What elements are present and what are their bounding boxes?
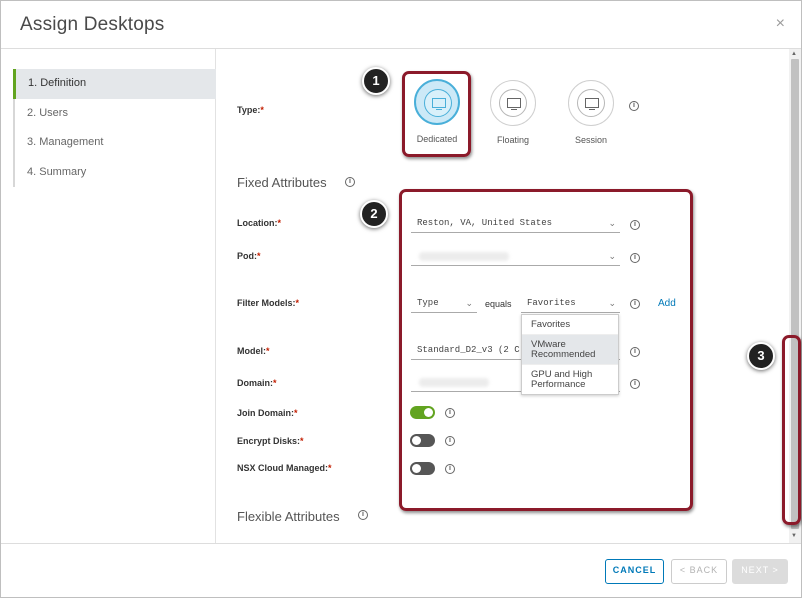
flexible-attributes-info-icon[interactable]: i xyxy=(358,510,368,520)
fixed-attributes-info-icon[interactable]: i xyxy=(345,177,355,187)
dialog-header: Assign Desktops × xyxy=(1,1,801,49)
session-tile-circle xyxy=(568,80,614,126)
session-monitor-icon xyxy=(585,98,599,108)
nsx-cloud-managed-label: NSX Cloud Managed:* xyxy=(237,463,332,473)
join-domain-label: Join Domain:* xyxy=(237,408,298,418)
step-users[interactable]: 2. Users xyxy=(15,99,216,129)
scroll-down-icon[interactable]: ▼ xyxy=(791,533,797,539)
dialog-title: Assign Desktops xyxy=(20,14,165,35)
floating-tile-circle xyxy=(490,80,536,126)
assign-desktops-dialog: Assign Desktops × 1. Definition 2. Users… xyxy=(0,0,802,598)
next-button[interactable]: NEXT > xyxy=(732,559,788,584)
location-label: Location:* xyxy=(237,218,282,228)
floating-label: Floating xyxy=(496,135,530,145)
callout-badge-3: 3 xyxy=(747,342,775,370)
step-summary[interactable]: 4. Summary xyxy=(15,158,216,188)
type-label: Type:* xyxy=(237,105,264,115)
step-definition[interactable]: 1. Definition xyxy=(13,69,216,99)
flexible-attributes-heading: Flexible Attributes xyxy=(237,509,340,524)
callout-badge-1: 1 xyxy=(362,67,390,95)
stacked-monitor-icon xyxy=(507,98,521,108)
callout-box-fixed-attributes xyxy=(399,189,693,511)
step-management[interactable]: 3. Management xyxy=(15,128,216,158)
domain-label: Domain:* xyxy=(237,378,277,388)
wizard-sidebar: 1. Definition 2. Users 3. Management 4. … xyxy=(1,49,216,543)
scroll-up-icon[interactable]: ▲ xyxy=(791,51,797,57)
close-icon[interactable]: × xyxy=(776,15,785,33)
dialog-footer: CANCEL < BACK NEXT > xyxy=(1,543,801,598)
wizard-steps: 1. Definition 2. Users 3. Management 4. … xyxy=(13,69,216,187)
cancel-button[interactable]: CANCEL xyxy=(605,559,664,584)
callout-box-scrollbar xyxy=(782,335,801,525)
callout-badge-2: 2 xyxy=(360,200,388,228)
encrypt-disks-label: Encrypt Disks:* xyxy=(237,436,304,446)
pod-label: Pod:* xyxy=(237,251,261,261)
filter-models-label: Filter Models:* xyxy=(237,298,300,308)
session-label: Session xyxy=(574,135,608,145)
callout-box-type xyxy=(402,71,471,157)
type-option-floating[interactable]: Floating xyxy=(478,80,548,145)
back-button[interactable]: < BACK xyxy=(671,559,727,584)
type-info-icon[interactable]: i xyxy=(629,101,639,111)
fixed-attributes-heading: Fixed Attributes xyxy=(237,175,327,190)
model-label: Model:* xyxy=(237,346,270,356)
type-option-session[interactable]: Session xyxy=(556,80,626,145)
